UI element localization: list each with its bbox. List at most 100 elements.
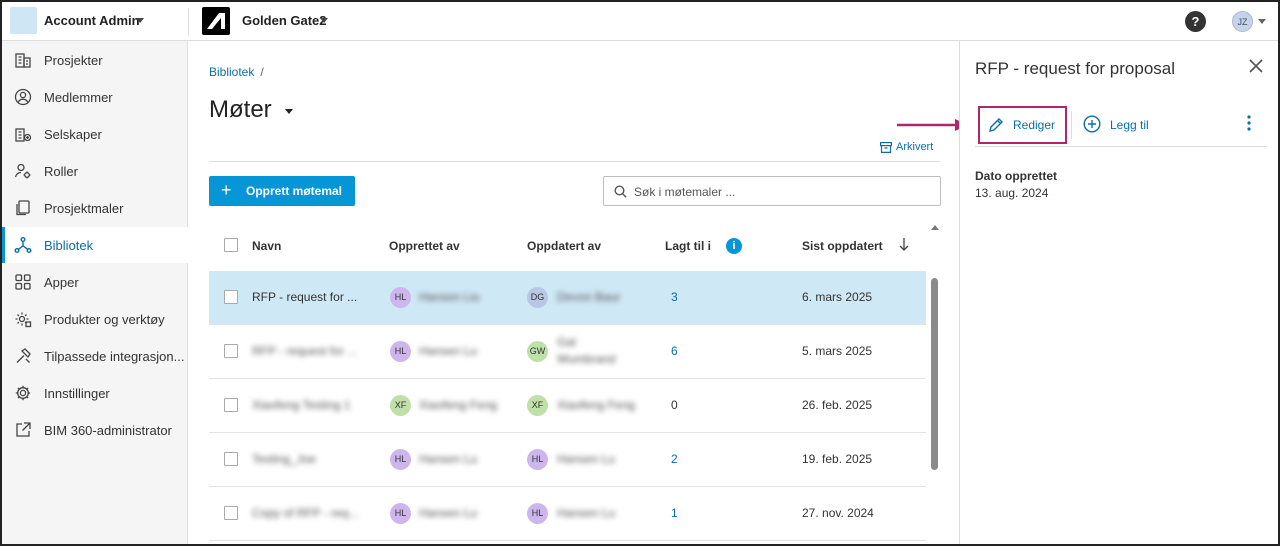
table-row[interactable]: RFP - request for ... HL Hansen Liu DG D… xyxy=(209,271,926,325)
sidebar-item-selskaper[interactable]: Selskaper xyxy=(2,116,188,152)
avatar: HL xyxy=(390,341,411,362)
sidebar-item-apper[interactable]: Apper xyxy=(2,264,188,300)
row-added-to: 0 xyxy=(671,398,678,412)
row-name[interactable]: RFP - request for ... xyxy=(252,344,357,358)
row-name[interactable]: Testing_Joe xyxy=(252,452,316,466)
autodesk-logo-icon xyxy=(202,7,230,35)
search-input[interactable] xyxy=(634,183,924,201)
table-row[interactable]: Testing_Joe HL Hansen Lu HL Hansen Lu 2 … xyxy=(209,433,926,487)
row-updated-by: Hansen Lu xyxy=(557,506,616,520)
row-added-to-link[interactable]: 1 xyxy=(671,506,678,520)
page-title[interactable]: Møter xyxy=(209,96,272,124)
sidebar-item-roller[interactable]: Roller xyxy=(2,153,188,189)
sidebar-item-produkter[interactable]: Produkter og verktøy xyxy=(2,301,188,337)
create-meeting-template-button[interactable]: + Opprett møtemal xyxy=(209,176,355,206)
row-last-updated: 5. mars 2025 xyxy=(802,344,873,358)
company-icon xyxy=(14,125,32,143)
search-box[interactable] xyxy=(603,176,941,206)
project-switcher[interactable]: Golden Gate2 xyxy=(242,13,327,28)
date-created-value: 13. aug. 2024 xyxy=(975,186,1049,200)
add-label: Legg til xyxy=(1110,118,1149,132)
sidebar-item-prosjekter[interactable]: Prosjekter xyxy=(2,42,188,78)
row-added-to-link[interactable]: 3 xyxy=(671,290,678,304)
row-name[interactable]: Copy of RFP - req... xyxy=(252,506,358,520)
sidebar-item-integrasjoner[interactable]: Tilpassede integrasjon... xyxy=(2,338,188,374)
chevron-down-icon[interactable] xyxy=(320,18,328,23)
help-icon[interactable]: ? xyxy=(1185,11,1206,32)
chevron-down-icon[interactable] xyxy=(285,109,293,114)
row-checkbox[interactable] xyxy=(224,344,238,358)
sidebar-item-label: Roller xyxy=(44,164,78,179)
divider xyxy=(1071,111,1072,139)
plus-circle-icon xyxy=(1083,115,1101,136)
row-checkbox[interactable] xyxy=(224,452,238,466)
grid-apps-icon xyxy=(14,273,32,291)
column-header-created-by[interactable]: Opprettet av xyxy=(389,239,460,253)
account-logo[interactable] xyxy=(10,7,37,34)
row-checkbox[interactable] xyxy=(224,290,238,304)
divider xyxy=(975,146,1267,147)
avatar: XF xyxy=(527,395,548,416)
breadcrumb-separator: / xyxy=(260,65,264,79)
chevron-down-icon[interactable] xyxy=(1258,19,1266,24)
settings-gear-icon xyxy=(14,384,32,402)
avatar: HL xyxy=(390,503,411,524)
sort-descending-icon[interactable] xyxy=(898,237,910,254)
table-header: Navn Opprettet av Oppdatert av Lagt til … xyxy=(209,226,926,271)
user-avatar[interactable]: JZ xyxy=(1232,11,1253,32)
row-name[interactable]: RFP - request for ... xyxy=(252,290,357,304)
column-header-last-updated[interactable]: Sist oppdatert xyxy=(802,239,883,253)
edit-button[interactable]: Rediger xyxy=(978,106,1067,144)
sidebar-item-bibliotek[interactable]: Bibliotek xyxy=(2,227,188,263)
sidebar-item-label: BIM 360-administrator xyxy=(44,423,172,438)
row-created-by: Hansen Lu xyxy=(419,452,478,466)
avatar: HL xyxy=(390,287,411,308)
table-row[interactable]: RFP - request for ... HL Hansen Lu GW Ga… xyxy=(209,325,926,379)
sidebar-item-label: Bibliotek xyxy=(44,238,94,253)
row-updated-by: Gal xyxy=(557,335,576,349)
info-icon[interactable]: i xyxy=(726,238,742,254)
row-created-by: Hansen Lu xyxy=(419,344,478,358)
sidebar-item-medlemmer[interactable]: Medlemmer xyxy=(2,79,188,115)
plus-icon: + xyxy=(221,180,232,200)
divider xyxy=(209,161,940,162)
row-checkbox[interactable] xyxy=(224,506,238,520)
sidebar: Prosjekter Medlemmer Selskaper Roller Pr… xyxy=(2,41,188,544)
sidebar-item-prosjektmaler[interactable]: Prosjektmaler xyxy=(2,190,188,226)
sidebar-item-label: Prosjektmaler xyxy=(44,201,124,216)
date-created-label: Dato opprettet xyxy=(975,169,1057,183)
more-vertical-icon[interactable] xyxy=(1247,115,1251,133)
divider xyxy=(188,8,189,36)
cog-box-icon xyxy=(14,310,32,328)
scrollbar[interactable] xyxy=(931,278,938,470)
sidebar-item-innstillinger[interactable]: Innstillinger xyxy=(2,375,188,411)
row-checkbox[interactable] xyxy=(224,398,238,412)
sidebar-item-label: Apper xyxy=(44,275,79,290)
hammer-icon xyxy=(14,347,32,365)
avatar: HL xyxy=(527,503,548,524)
details-panel: RFP - request for proposal Rediger Legg … xyxy=(959,41,1278,544)
archive-icon xyxy=(880,141,892,153)
account-switcher[interactable]: Account Admin xyxy=(44,13,140,28)
close-icon[interactable] xyxy=(1249,57,1263,77)
archived-link[interactable]: Arkivert xyxy=(880,141,933,153)
scroll-up-arrow-icon[interactable] xyxy=(931,225,939,230)
row-added-to-link[interactable]: 2 xyxy=(671,452,678,466)
avatar: XF xyxy=(390,395,411,416)
table-row[interactable]: Copy of RFP - req... HL Hansen Lu HL Han… xyxy=(209,487,926,541)
search-icon xyxy=(614,185,627,201)
select-all-checkbox[interactable] xyxy=(224,238,238,252)
sidebar-item-bim360[interactable]: BIM 360-administrator xyxy=(2,412,188,448)
row-last-updated: 27. nov. 2024 xyxy=(802,506,874,520)
chevron-down-icon[interactable] xyxy=(136,18,144,23)
row-name[interactable]: Xiaofeng Testing 1 xyxy=(252,398,351,412)
edit-label: Rediger xyxy=(1013,118,1056,132)
column-header-updated-by[interactable]: Oppdatert av xyxy=(527,239,601,253)
panel-title: RFP - request for proposal xyxy=(975,59,1175,78)
row-added-to-link[interactable]: 6 xyxy=(671,344,678,358)
column-header-name[interactable]: Navn xyxy=(252,239,281,253)
column-header-added-to[interactable]: Lagt til i xyxy=(665,239,711,253)
breadcrumb-bibliotek-link[interactable]: Bibliotek xyxy=(209,65,254,79)
table-row[interactable]: Xiaofeng Testing 1 XF Xiaofeng Feng XF X… xyxy=(209,379,926,433)
add-to-button[interactable]: Legg til xyxy=(1083,111,1173,139)
